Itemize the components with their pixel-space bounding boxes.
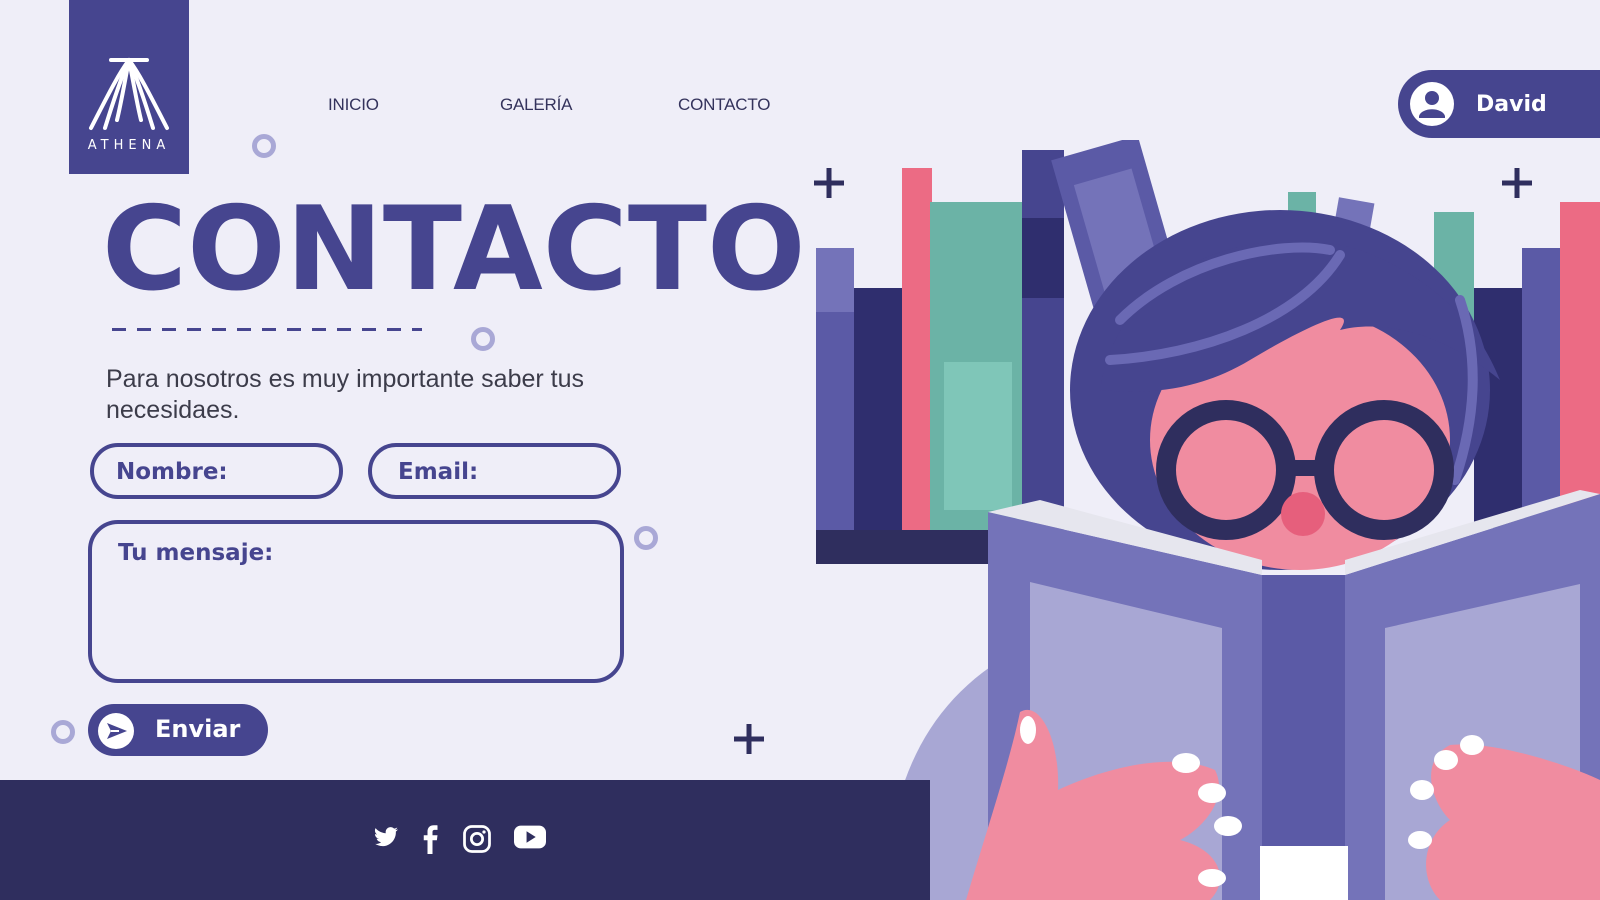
athena-logo[interactable]: ATHENA	[69, 0, 189, 174]
athena-pillars-icon	[89, 58, 169, 130]
user-avatar-icon	[1410, 82, 1454, 126]
twitter-icon[interactable]	[372, 824, 400, 850]
user-name: David	[1476, 92, 1547, 117]
decor-ring	[51, 720, 75, 744]
user-menu-button[interactable]: David	[1398, 70, 1600, 138]
instagram-icon[interactable]	[462, 824, 492, 854]
send-icon	[98, 713, 134, 749]
decor-ring	[634, 526, 658, 550]
page-title: CONTACTO	[102, 182, 806, 317]
decor-ring	[252, 134, 276, 158]
nav-link-inicio[interactable]: INICIO	[328, 95, 379, 115]
page-description: Para nosotros es muy importante saber tu…	[106, 365, 585, 424]
email-field-label: Email:	[398, 459, 479, 485]
logo-text: ATHENA	[87, 138, 171, 153]
footer	[0, 780, 930, 900]
name-field[interactable]: Nombre:	[90, 443, 343, 499]
message-textarea[interactable]: Tu mensaje:	[88, 520, 624, 683]
title-divider	[112, 328, 422, 331]
youtube-icon[interactable]	[514, 824, 546, 850]
send-button-label: Enviar	[155, 715, 241, 743]
email-field[interactable]: Email:	[368, 443, 621, 499]
plus-icon	[734, 724, 764, 754]
name-field-label: Nombre:	[116, 459, 228, 485]
send-button[interactable]: Enviar	[88, 704, 268, 756]
facebook-icon[interactable]	[420, 824, 440, 854]
message-field-label: Tu mensaje:	[118, 540, 274, 566]
nav-link-contacto[interactable]: CONTACTO	[678, 95, 770, 115]
nav-link-galeria[interactable]: GALERÍA	[500, 95, 572, 115]
decor-ring	[471, 327, 495, 351]
